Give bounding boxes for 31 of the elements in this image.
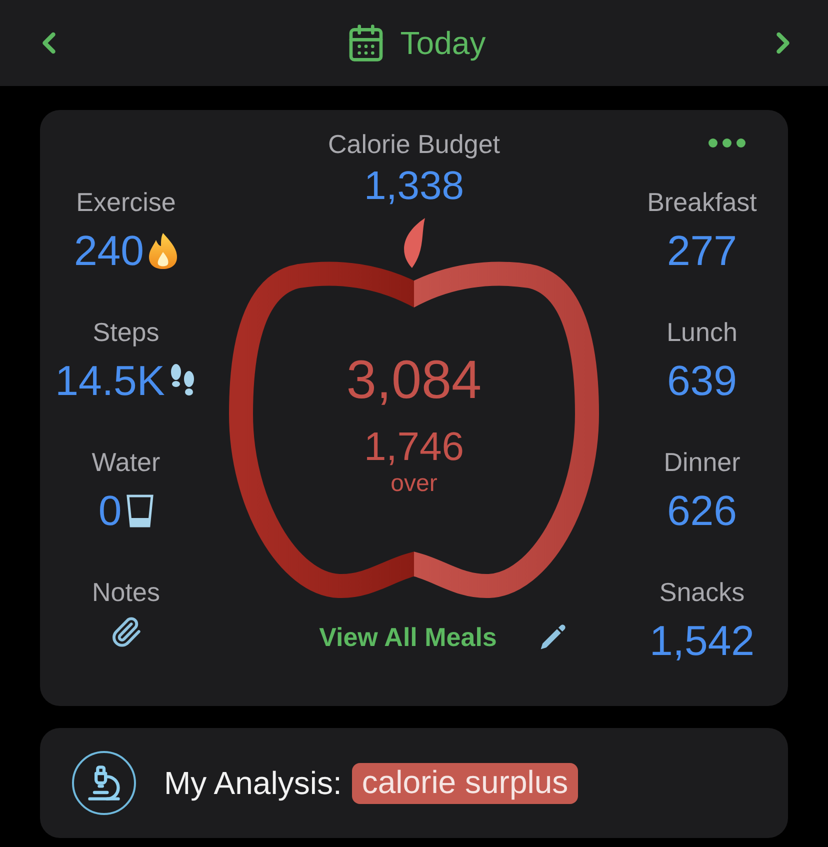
meal-label: Snacks bbox=[659, 576, 745, 608]
view-all-meals-link[interactable]: View All Meals bbox=[319, 622, 497, 652]
budget-label: Calorie Budget bbox=[328, 128, 500, 160]
stat-label: Exercise bbox=[76, 186, 176, 218]
stat-label: Notes bbox=[92, 576, 160, 608]
more-icon[interactable] bbox=[708, 138, 746, 148]
stat-label: Water bbox=[92, 446, 160, 478]
status-label: over bbox=[390, 470, 438, 498]
analysis-result: calorie surplus bbox=[352, 762, 578, 804]
stat-value[interactable]: 14.5K bbox=[55, 356, 165, 406]
stat-value[interactable]: 0 bbox=[98, 486, 122, 536]
meal-calories[interactable]: 1,542 bbox=[649, 616, 755, 666]
budget-value[interactable]: 1,338 bbox=[364, 162, 464, 210]
analysis-card[interactable]: My Analysis: calorie surplus bbox=[40, 728, 788, 838]
meal-calories[interactable]: 277 bbox=[666, 226, 738, 276]
stat-value[interactable]: 240 bbox=[74, 226, 144, 276]
footprints-icon bbox=[168, 364, 197, 398]
calories-difference: 1,746 bbox=[364, 424, 464, 470]
meal-label: Lunch bbox=[666, 316, 738, 348]
date-title[interactable]: Today bbox=[400, 24, 486, 62]
microscope-icon bbox=[72, 751, 136, 815]
analysis-label: My Analysis: bbox=[164, 764, 342, 802]
glass-icon bbox=[126, 494, 154, 528]
meal-calories[interactable]: 626 bbox=[666, 486, 738, 536]
calories-consumed: 3,084 bbox=[346, 350, 482, 410]
flame-icon bbox=[148, 232, 178, 270]
meal-label: Breakfast bbox=[647, 186, 757, 218]
paperclip-icon[interactable] bbox=[110, 616, 142, 648]
meal-label: Dinner bbox=[664, 446, 740, 478]
meal-calories[interactable]: 639 bbox=[666, 356, 738, 406]
stat-label: Steps bbox=[92, 316, 160, 348]
